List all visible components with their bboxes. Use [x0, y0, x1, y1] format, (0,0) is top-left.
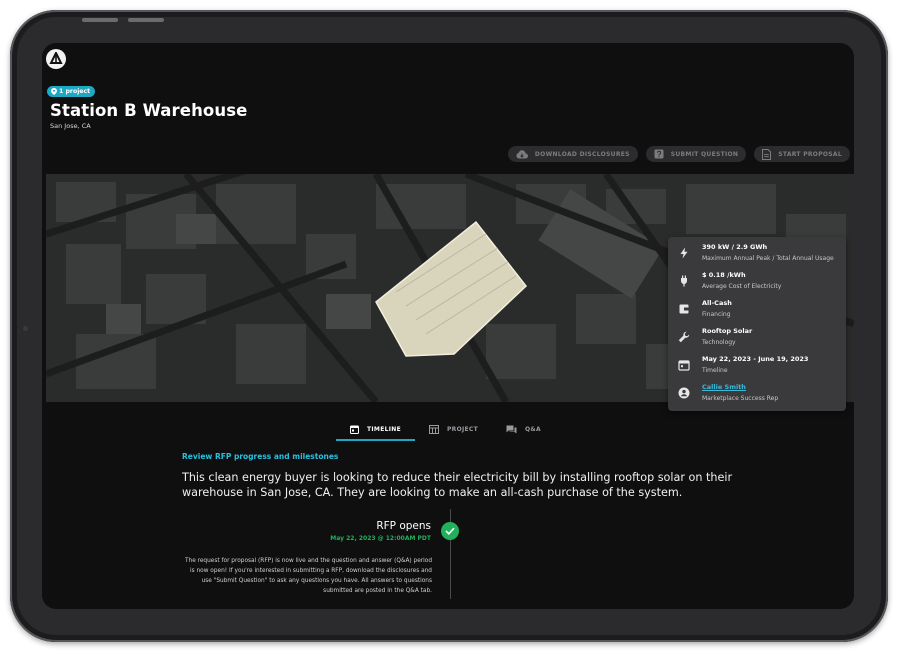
project-count-label: 1 project: [59, 88, 91, 95]
app-screen: 1 project Station B Warehouse San Jose, …: [42, 43, 854, 609]
project-description: This clean energy buyer is looking to re…: [182, 471, 733, 499]
tab-project[interactable]: PROJECT: [415, 418, 492, 440]
detail-value: 390 kW / 2.9 GWh: [702, 243, 768, 251]
detail-label: Technology: [702, 339, 736, 346]
download-disclosures-button[interactable]: DOWNLOAD DISCLOSURES: [507, 146, 638, 162]
page-title: Station B Warehouse: [50, 101, 248, 120]
tablet-power-button: [128, 18, 164, 22]
calendar-icon: [678, 360, 690, 371]
wallet-icon: [679, 304, 689, 314]
app-logo-icon[interactable]: [46, 49, 66, 69]
tab-timeline[interactable]: TIMELINE: [336, 418, 415, 441]
wrench-icon: [678, 331, 690, 343]
detail-label: Marketplace Success Rep: [702, 395, 779, 402]
detail-label: Timeline: [702, 367, 728, 374]
start-proposal-button[interactable]: START PROPOSAL: [754, 146, 850, 162]
tab-qa[interactable]: Q&A: [492, 418, 555, 440]
timeline-event-date: May 22, 2023 @ 12:00AM PDT: [330, 535, 431, 542]
detail-label: Financing: [702, 311, 731, 318]
tab-bar: TIMELINE PROJECT Q&A: [336, 418, 555, 441]
cloud-download-icon: [516, 149, 528, 158]
tablet-camera: [23, 326, 28, 331]
detail-value: May 22, 2023 - June 19, 2023: [702, 355, 809, 363]
detail-row-cost: $ 0.18 /kWh Average Cost of Electricity: [668, 268, 846, 296]
grid-icon: [428, 424, 439, 434]
rep-name-link[interactable]: Callie Smith: [702, 383, 746, 391]
detail-row-energy: 390 kW / 2.9 GWh Maximum Annual Peak / T…: [668, 240, 846, 268]
location-pin-icon: [51, 88, 57, 95]
section-label: Review RFP progress and milestones: [182, 452, 339, 461]
submit-question-label: SUBMIT QUESTION: [670, 150, 739, 158]
project-details-card: 390 kW / 2.9 GWh Maximum Annual Peak / T…: [668, 237, 846, 411]
timeline-event-body: The request for proposal (RFP) is now li…: [184, 558, 432, 594]
tab-label: TIMELINE: [367, 425, 401, 433]
action-bar: DOWNLOAD DISCLOSURES SUBMIT QUESTION STA…: [507, 146, 850, 162]
person-icon: [678, 387, 690, 399]
project-count-badge: 1 project: [47, 86, 96, 97]
bolt-icon: [680, 247, 688, 259]
chat-icon: [506, 425, 517, 433]
site-location: San Jose, CA: [50, 122, 91, 130]
detail-label: Maximum Annual Peak / Total Annual Usage: [702, 255, 834, 262]
timeline-event-title: RFP opens: [376, 520, 431, 532]
document-icon: [762, 148, 772, 160]
start-proposal-label: START PROPOSAL: [778, 150, 842, 158]
question-icon: [654, 149, 664, 159]
detail-row-timeline: May 22, 2023 - June 19, 2023 Timeline: [668, 352, 846, 380]
detail-label: Average Cost of Electricity: [702, 283, 782, 290]
tab-label: Q&A: [525, 425, 541, 433]
submit-question-button[interactable]: SUBMIT QUESTION: [645, 146, 747, 162]
check-icon: [441, 522, 459, 540]
detail-row-financing: All-Cash Financing: [668, 296, 846, 324]
calendar-icon: [350, 425, 359, 434]
detail-row-rep: Callie Smith Marketplace Success Rep: [668, 380, 846, 408]
detail-value: All-Cash: [702, 299, 732, 307]
download-disclosures-label: DOWNLOAD DISCLOSURES: [534, 150, 630, 158]
tablet-volume-button: [82, 18, 118, 22]
detail-row-technology: Rooftop Solar Technology: [668, 324, 846, 352]
tab-label: PROJECT: [446, 425, 479, 433]
detail-value: Rooftop Solar: [702, 327, 753, 335]
detail-value: $ 0.18 /kWh: [702, 271, 746, 279]
plug-icon: [681, 275, 687, 287]
